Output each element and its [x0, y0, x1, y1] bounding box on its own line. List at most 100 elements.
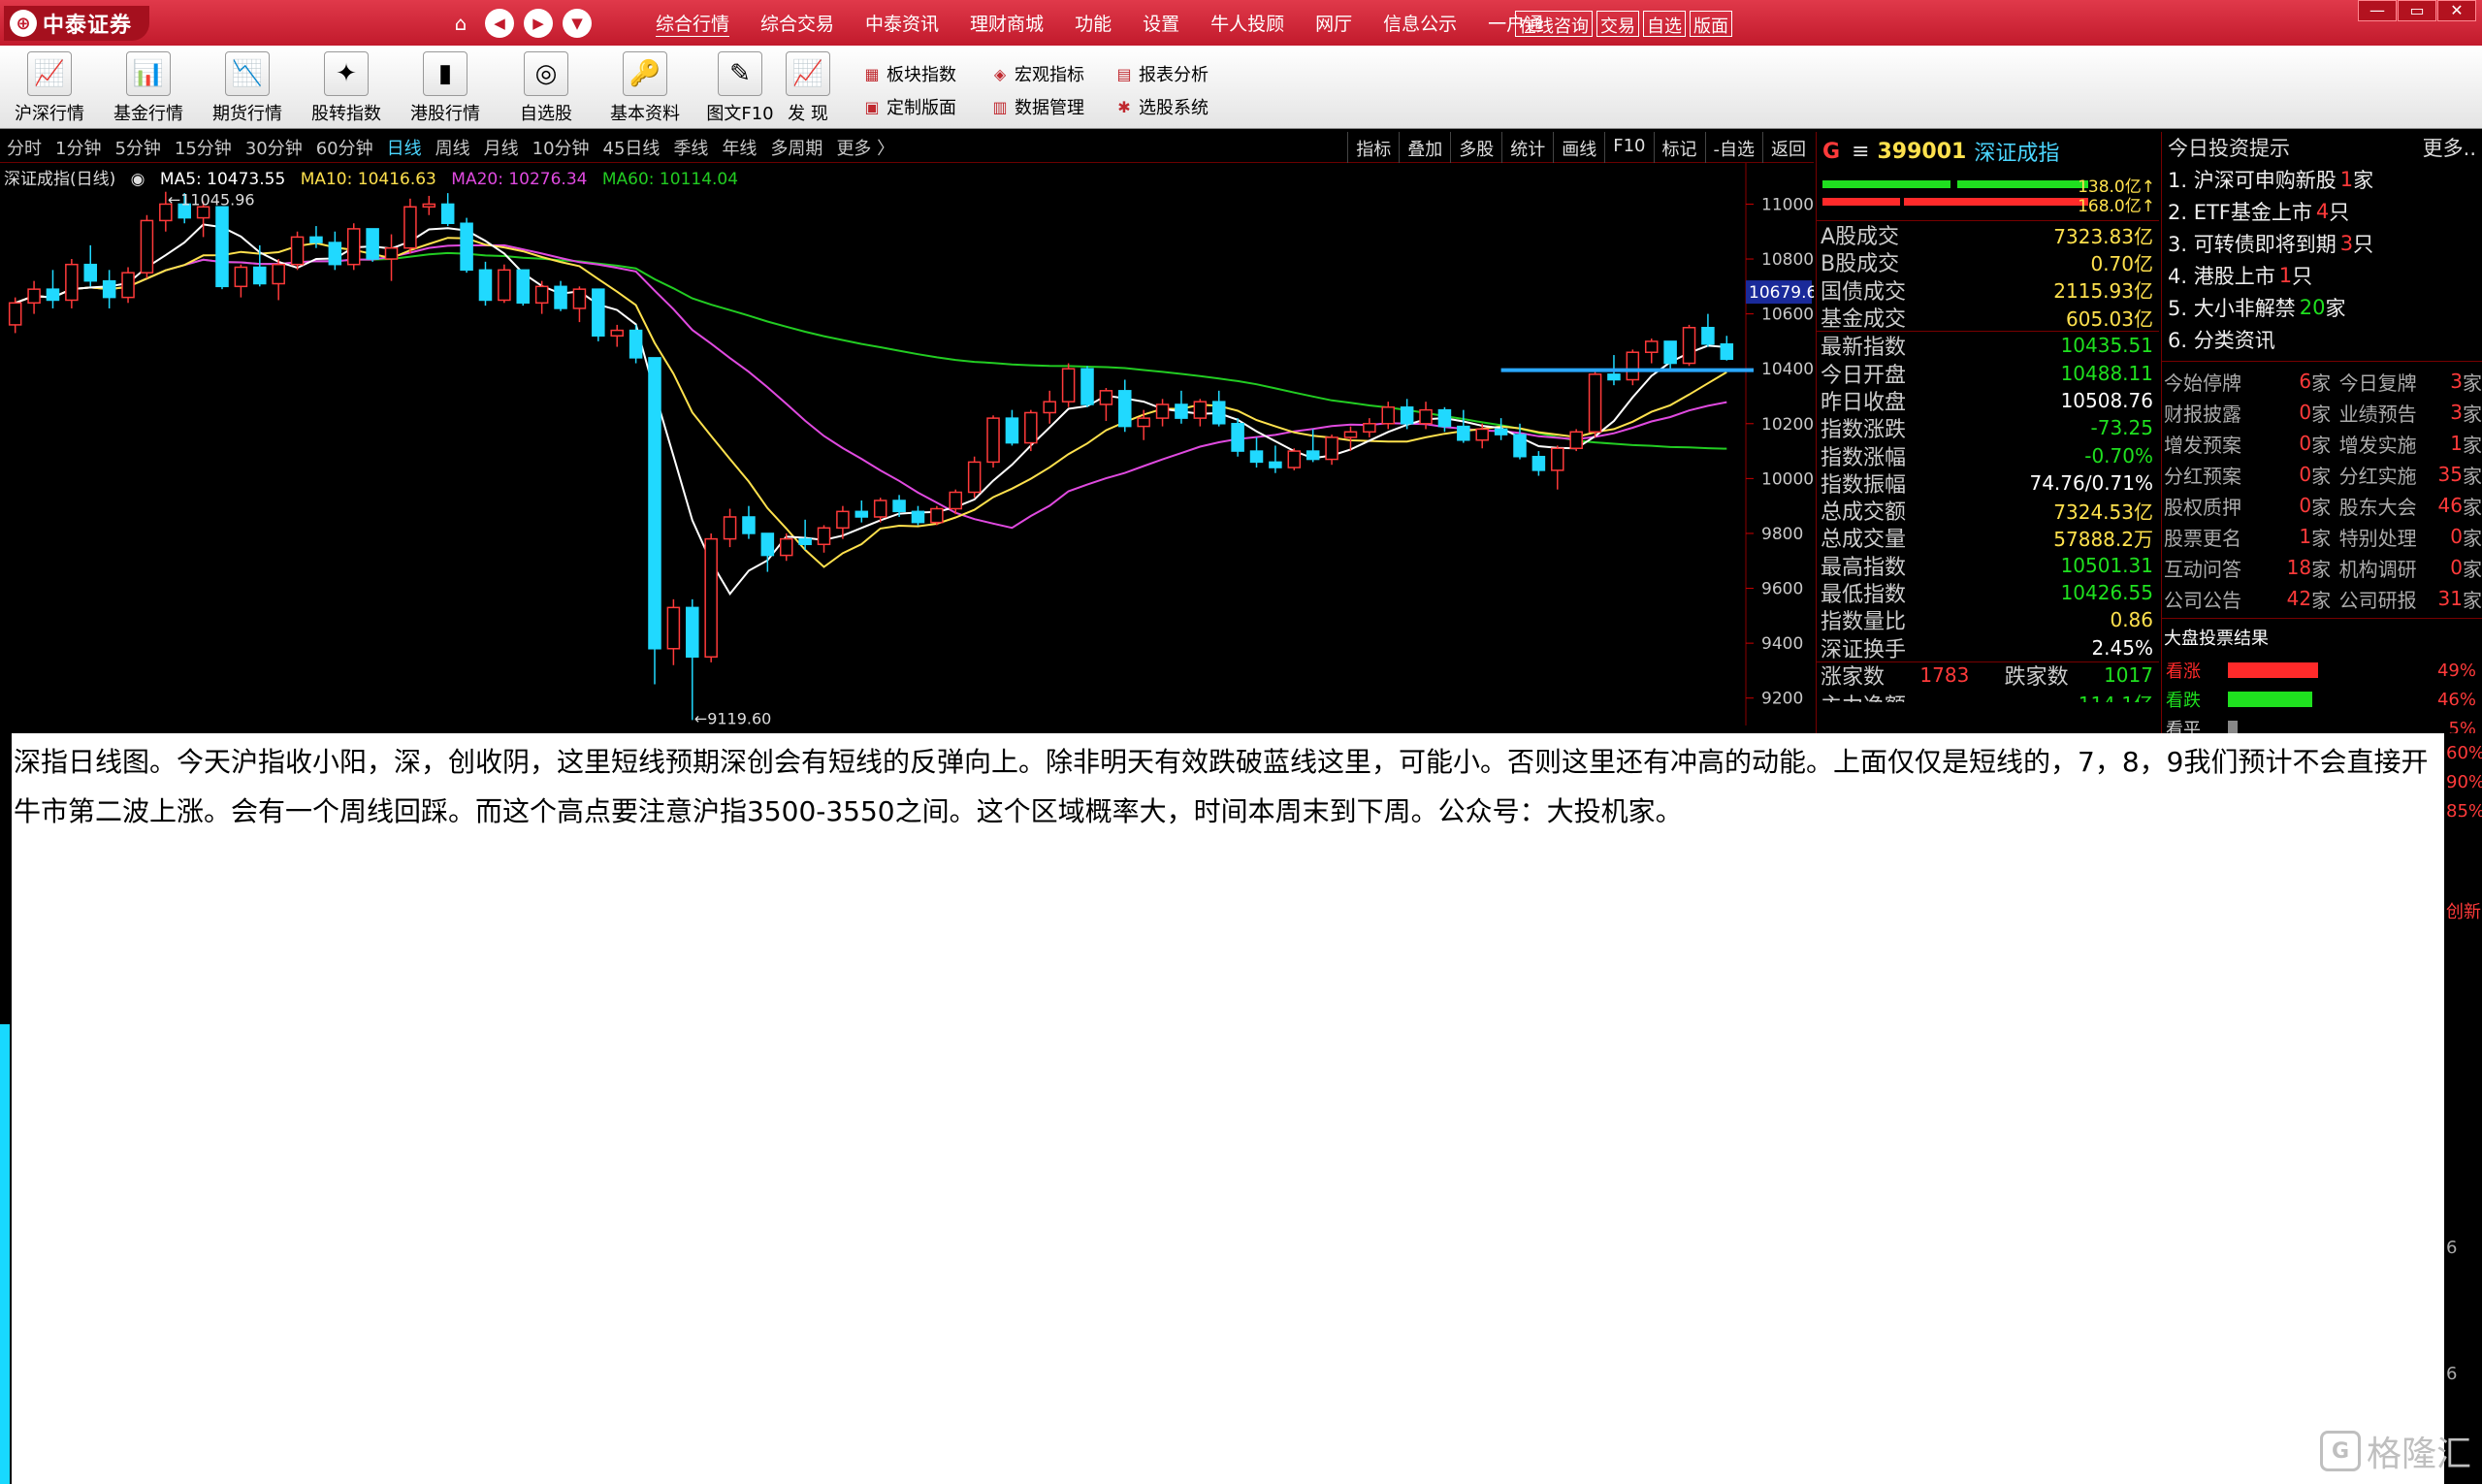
- tip-item[interactable]: 3. 可转债即将到期 3 只: [2162, 227, 2482, 259]
- chart-tool-button[interactable]: -自选: [1704, 132, 1763, 163]
- event-stat-row[interactable]: 增发预案 0 家增发实施 1 家: [2162, 428, 2482, 459]
- toolbar-gz-button[interactable]: ✦ 股转指数: [303, 49, 390, 125]
- top-button[interactable]: 交易: [1596, 11, 1639, 37]
- candle-up: [1137, 417, 1150, 428]
- stat-cell: 0: [2450, 556, 2463, 579]
- toolbar-fx-button[interactable]: 📈 发 现: [764, 49, 852, 125]
- event-stat-row[interactable]: 分红预案 0 家分红实施 35 家: [2162, 459, 2482, 490]
- tips-more-link[interactable]: 更多..: [2423, 133, 2476, 162]
- index-detail-row: 指数振幅 74.76/0.71%: [1817, 469, 2159, 498]
- top-menu-item[interactable]: 功能: [1059, 10, 1127, 36]
- maximize-button[interactable]: ▭: [2398, 0, 2436, 21]
- top-menu-item[interactable]: 综合交易: [745, 10, 850, 36]
- home-icon[interactable]: ⌂: [446, 9, 475, 38]
- turnover-row: B股成交 0.70亿: [1817, 248, 2159, 277]
- tip-item[interactable]: 1. 沪深可申购新股 1 家: [2162, 163, 2482, 195]
- forward-icon[interactable]: ▶: [524, 9, 553, 38]
- chart-tool-button[interactable]: 标记: [1653, 132, 1705, 163]
- top-menu-item[interactable]: 网厅: [1300, 10, 1368, 36]
- period-tab[interactable]: 5分钟: [108, 135, 167, 160]
- row-value: 74.76/0.71%: [2029, 470, 2153, 495]
- tip-item[interactable]: 5. 大小非解禁 20 家: [2162, 291, 2482, 323]
- quote-header: G ≡ 399001 深证成指: [1817, 132, 2159, 171]
- toolbar-label: 自选股: [520, 104, 572, 124]
- event-stat-row[interactable]: 财报披露 0 家业绩预告 3 家: [2162, 397, 2482, 428]
- strip-label: 6: [2446, 1238, 2458, 1258]
- event-stat-row[interactable]: 今始停牌 6 家今日复牌 3 家: [2162, 366, 2482, 397]
- row-value: 2115.93亿: [2053, 279, 2153, 304]
- period-tab[interactable]: 季线: [666, 135, 715, 160]
- index-detail-rows: 最新指数 10435.51 今日开盘 10488.11 昨日收盘 10508.76 指数涨跌…: [1817, 331, 2159, 662]
- back-icon[interactable]: ◀: [485, 9, 514, 38]
- toolbar-jj-button[interactable]: 📊 基金行情: [105, 49, 192, 125]
- chart-tool-button[interactable]: 指标: [1347, 132, 1399, 163]
- chart-tool-button[interactable]: F10: [1604, 132, 1653, 163]
- tip-item[interactable]: 4. 港股上市 1 只: [2162, 259, 2482, 291]
- period-tab[interactable]: 60分钟: [309, 135, 380, 160]
- candle-down: [460, 222, 473, 272]
- candle-up: [121, 272, 135, 299]
- chart-tool-button[interactable]: 画线: [1553, 132, 1604, 163]
- top-menu-item[interactable]: 综合行情: [640, 10, 745, 36]
- period-tab[interactable]: 15分钟: [168, 135, 239, 160]
- toolbar-icon: ◎: [524, 51, 568, 96]
- toolbar-qh-button[interactable]: 📉 期货行情: [204, 49, 291, 125]
- period-tab[interactable]: 更多 〉: [829, 135, 901, 160]
- top-button[interactable]: 版面: [1690, 11, 1732, 37]
- small-tool-icon: ✱: [1117, 97, 1131, 116]
- period-tab[interactable]: 日线: [380, 135, 429, 160]
- small-tool-button[interactable]: ▦ 板块指数: [861, 57, 956, 90]
- down-count: 1017: [2104, 663, 2153, 688]
- period-tab[interactable]: 分时: [0, 135, 48, 160]
- top-menu-item[interactable]: 设置: [1127, 10, 1195, 36]
- bar-green-1: [1822, 180, 1950, 188]
- small-tool-button[interactable]: ▤ 报表分析: [1113, 57, 1209, 90]
- top-menu-item[interactable]: 信息公示: [1368, 10, 1472, 36]
- dropdown-icon[interactable]: ▼: [563, 9, 592, 38]
- row-value: 7324.53亿: [2053, 500, 2153, 524]
- toolbar-zx-button[interactable]: ◎ 自选股: [502, 49, 590, 125]
- chart-tool-button[interactable]: 统计: [1501, 132, 1553, 163]
- period-tab[interactable]: 1分钟: [48, 135, 108, 160]
- period-tab[interactable]: 周线: [429, 135, 477, 160]
- tip-unit: 只: [2353, 232, 2374, 256]
- top-menu-item[interactable]: 理财商城: [954, 10, 1059, 36]
- tip-item[interactable]: 6. 分类资讯: [2162, 323, 2482, 355]
- vote-title: 大盘投票结果: [2164, 629, 2269, 649]
- candle-down: [1118, 390, 1132, 428]
- chart-tool-button[interactable]: 返回: [1762, 132, 1814, 163]
- small-tool-icon: ▥: [992, 97, 1008, 116]
- period-tab[interactable]: 30分钟: [239, 135, 309, 160]
- top-menu-item[interactable]: 牛人投顾: [1195, 10, 1300, 36]
- top-button[interactable]: 自选: [1643, 11, 1686, 37]
- chart-tool-button[interactable]: 多股: [1450, 132, 1501, 163]
- event-stat-row[interactable]: 股票更名 1 家特别处理 0 家: [2162, 521, 2482, 552]
- small-tool-button[interactable]: ▥ 数据管理: [989, 90, 1084, 123]
- toolbar-gg-button[interactable]: ▮ 港股行情: [402, 49, 489, 125]
- period-tab[interactable]: 10分钟: [526, 135, 596, 160]
- candle-down: [1720, 342, 1734, 361]
- tip-item[interactable]: 2. ETF基金上市 4 只: [2162, 195, 2482, 227]
- toolbar-jb-button[interactable]: 🔑 基本资料: [601, 49, 689, 125]
- small-tool-button[interactable]: ◈ 宏观指标: [989, 57, 1084, 90]
- period-tab[interactable]: 月线: [477, 135, 526, 160]
- chart-tool-button[interactable]: 叠加: [1399, 132, 1450, 163]
- small-tool-button[interactable]: ✱ 选股系统: [1113, 90, 1209, 123]
- top-menu-item[interactable]: 中泰资讯: [850, 10, 954, 36]
- toolbar-hs-button[interactable]: 📈 沪深行情: [6, 49, 93, 125]
- event-stat-row[interactable]: 股权质押 0 家股东大会 46 家: [2162, 490, 2482, 521]
- menu-icon[interactable]: ≡: [1852, 140, 1869, 164]
- top-button[interactable]: 在线咨询: [1515, 11, 1593, 37]
- settings-icon[interactable]: ◉: [131, 170, 145, 189]
- period-tab[interactable]: 年线: [715, 135, 763, 160]
- small-tool-button[interactable]: ▣ 定制版面: [861, 90, 956, 123]
- row-value: 10508.76: [2060, 388, 2153, 412]
- period-tab[interactable]: 45日线: [596, 135, 667, 160]
- period-tab[interactable]: 多周期: [763, 135, 829, 160]
- minimize-button[interactable]: —: [2358, 0, 2397, 21]
- event-stat-row[interactable]: 互动问答 18 家机构调研 0 家: [2162, 552, 2482, 583]
- toolbar-icon: ▮: [423, 51, 467, 96]
- kline-chart[interactable]: 11000 10800 10600 10400 10200 10000 9800 9600 94…: [0, 163, 1814, 726]
- event-stat-row[interactable]: 公司公告 42 家公司研报 31 家: [2162, 583, 2482, 614]
- close-button[interactable]: ✕: [2437, 0, 2476, 21]
